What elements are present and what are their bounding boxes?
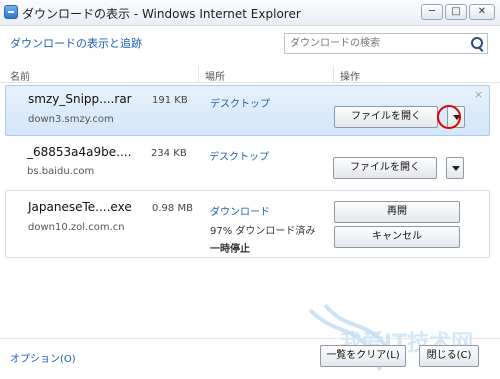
- internet-explorer-icon: [4, 5, 18, 19]
- column-divider: [333, 66, 334, 82]
- search-icon[interactable]: [471, 37, 483, 49]
- file-name: smzy_Snipp....rar: [28, 92, 132, 106]
- location-link[interactable]: デスクトップ: [210, 95, 270, 110]
- red-circle-annotation: [437, 105, 461, 129]
- close-button[interactable]: 閉じる(C): [419, 345, 479, 367]
- maximize-button[interactable]: □: [445, 4, 467, 20]
- resume-button[interactable]: 再開: [334, 201, 460, 223]
- footer-divider: [0, 338, 500, 339]
- chevron-down-icon: [452, 166, 460, 171]
- column-location[interactable]: 場所: [205, 68, 225, 83]
- location-link[interactable]: デスクトップ: [209, 148, 269, 163]
- search-box[interactable]: [284, 33, 488, 54]
- minimize-button[interactable]: ─: [421, 4, 443, 20]
- window-title: ダウンロードの表示 - Windows Internet Explorer: [22, 7, 301, 21]
- source-domain: down3.smzy.com: [28, 114, 114, 125]
- column-name[interactable]: 名前: [10, 68, 30, 83]
- cancel-button[interactable]: キャンセル: [334, 226, 460, 248]
- open-file-button[interactable]: ファイルを開く: [334, 106, 438, 128]
- file-size: 234 KB: [151, 148, 187, 159]
- source-domain: bs.baidu.com: [27, 166, 95, 177]
- download-row[interactable]: smzy_Snipp....rar 191 KB down3.smzy.com …: [5, 85, 490, 136]
- file-size: 0.98 MB: [152, 203, 193, 214]
- clear-list-button[interactable]: 一覧をクリア(L): [320, 345, 406, 367]
- open-file-button[interactable]: ファイルを開く: [333, 157, 437, 179]
- page-title[interactable]: ダウンロードの表示と追跡: [10, 35, 142, 51]
- watermark: 我爱IT技术网: [308, 303, 473, 371]
- options-link[interactable]: オプション(O): [10, 350, 76, 365]
- title-bar: ダウンロードの表示 - Windows Internet Explorer ─ …: [0, 0, 500, 26]
- column-header: 名前 場所 操作: [0, 66, 500, 83]
- download-status: 一時停止: [210, 244, 250, 255]
- download-row[interactable]: _68853a4a9be.... 234 KB bs.baidu.com デスク…: [5, 138, 490, 188]
- file-size: 191 KB: [152, 95, 188, 106]
- remove-item-icon[interactable]: ×: [474, 88, 483, 101]
- file-name: _68853a4a9be....: [27, 145, 132, 159]
- download-row[interactable]: JapaneseTe....exe 0.98 MB down10.zol.com…: [5, 190, 490, 258]
- open-file-dropdown[interactable]: [446, 157, 464, 179]
- file-name: JapaneseTe....exe: [28, 200, 132, 214]
- download-progress-text: 97% ダウンロード済み: [210, 226, 316, 237]
- column-actions: 操作: [340, 72, 360, 83]
- close-window-button[interactable]: ✕: [469, 4, 495, 20]
- column-divider: [198, 66, 199, 82]
- location-link[interactable]: ダウンロード: [210, 203, 270, 218]
- source-domain: down10.zol.com.cn: [28, 222, 125, 233]
- search-input[interactable]: [285, 34, 468, 53]
